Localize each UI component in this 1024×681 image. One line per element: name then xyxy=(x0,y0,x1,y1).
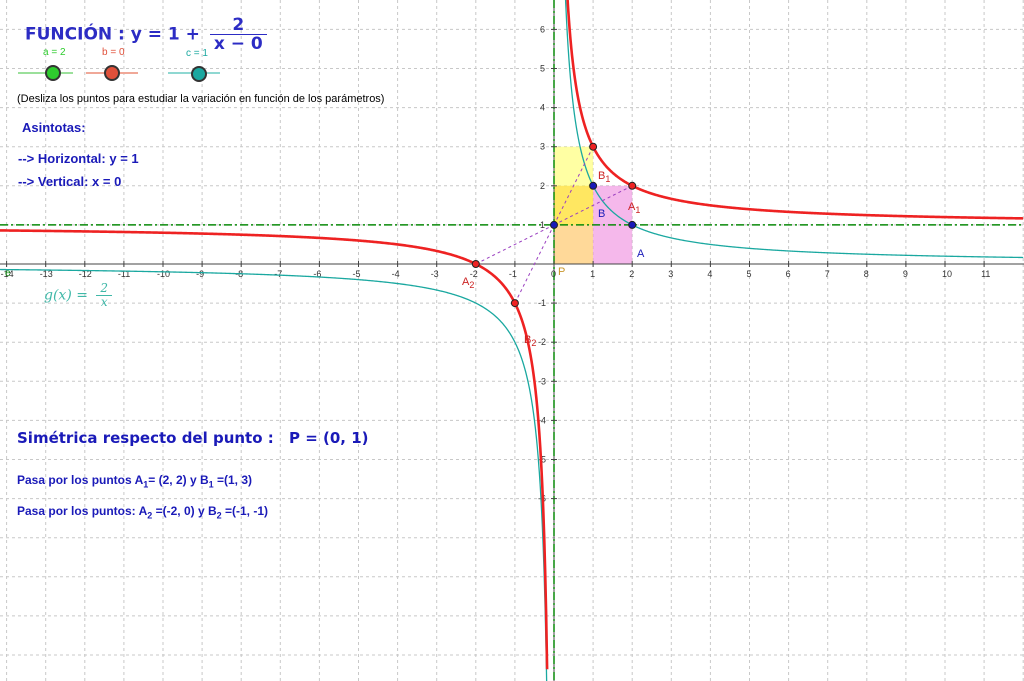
horizontal-asymptote-text: --> Horizontal: y = 1 xyxy=(18,151,139,166)
instruction-text: (Desliza los puntos para estudiar la var… xyxy=(17,93,385,105)
point-B1-sub: 1 xyxy=(605,174,611,185)
x-tick-label: 4 xyxy=(707,269,712,279)
y-tick-label: -3 xyxy=(538,376,546,386)
points-line-2-prefix: Pasa por los puntos: A xyxy=(17,504,148,518)
x-tick-label: 9 xyxy=(903,269,908,279)
x-tick-label: -7 xyxy=(274,269,282,279)
point-B1-label: B1 xyxy=(598,170,610,184)
asymptotes-heading: Asintotas: xyxy=(22,120,86,135)
slider-b-knob[interactable] xyxy=(104,65,120,81)
points-line-1-prefix: Pasa por los puntos A xyxy=(17,473,144,487)
point-A2-label: A2 xyxy=(462,276,474,290)
x-tick-label: 6 xyxy=(786,269,791,279)
slider-a-label: a = 2 xyxy=(43,47,66,58)
slider-c-knob[interactable] xyxy=(191,66,207,82)
point-B-label: B xyxy=(598,208,606,220)
y-tick-label: 1 xyxy=(540,220,545,230)
y-tick-label: 3 xyxy=(540,142,545,152)
x-tick-label: 3 xyxy=(668,269,673,279)
y-tick-label: 2 xyxy=(540,181,545,191)
x-tick-label: 2 xyxy=(629,269,634,279)
fraction-denominator: x − 0 xyxy=(213,34,263,54)
point-B2[interactable] xyxy=(510,299,519,308)
function-fraction: 2 x − 0 xyxy=(209,16,267,54)
points-line-2-suffix: =(-1, -1) xyxy=(221,504,268,518)
point-A2-sub: 2 xyxy=(469,280,475,291)
x-tick-label: 5 xyxy=(747,269,752,279)
x-tick-label: 0 xyxy=(551,269,556,279)
points-line-1-mid: = (2, 2) y B xyxy=(148,473,209,487)
line-e-label: e xyxy=(5,268,11,279)
x-tick-label: -1 xyxy=(509,269,517,279)
slider-c-label: c = 1 xyxy=(186,48,208,59)
points-line-1-suffix: =(1, 3) xyxy=(213,473,252,487)
x-tick-label: -5 xyxy=(353,269,361,279)
function-g-den: x xyxy=(100,295,108,309)
x-tick-label: -3 xyxy=(431,269,439,279)
y-tick-label: 5 xyxy=(540,64,545,74)
orange-rect xyxy=(554,224,594,264)
symmetry-point: P = (0, 1) xyxy=(289,429,369,447)
symmetry-text: Simétrica respecto del punto : P = (0, 1… xyxy=(17,429,369,447)
slider-a-knob[interactable] xyxy=(45,65,61,81)
point-A1[interactable] xyxy=(628,181,637,190)
x-tick-label: -9 xyxy=(196,269,204,279)
points-line-1: Pasa por los puntos A1= (2, 2) y B1 =(1,… xyxy=(17,473,252,489)
point-A1-sub: 1 xyxy=(635,205,641,216)
point-B1[interactable] xyxy=(589,142,598,151)
function-title-prefix: FUNCIÓN : y = 1 + xyxy=(25,24,200,45)
y-tick-label: -1 xyxy=(538,298,546,308)
x-tick-label: 7 xyxy=(825,269,830,279)
function-g-fraction: 2 x xyxy=(96,282,113,309)
fraction-numerator: 2 xyxy=(209,16,267,35)
x-tick-label: 1 xyxy=(590,269,595,279)
vertical-asymptote-text: --> Vertical: x = 0 xyxy=(18,174,122,189)
points-line-2-mid: =(-2, 0) y B xyxy=(152,504,217,518)
point-A-label: A xyxy=(637,248,645,260)
y-tick-label: 4 xyxy=(540,103,545,113)
point-A[interactable] xyxy=(628,220,637,229)
point-B[interactable] xyxy=(589,181,598,190)
symmetry-label: Simétrica respecto del punto : xyxy=(17,429,274,447)
x-tick-label: -4 xyxy=(392,269,400,279)
point-B2-sub: 2 xyxy=(531,338,537,349)
function-g-lhs: g(x) = xyxy=(44,287,88,304)
x-tick-label: 11 xyxy=(981,269,990,279)
point-B2-label: B2 xyxy=(524,334,536,348)
function-g-num: 2 xyxy=(96,282,113,296)
x-tick-label: -10 xyxy=(157,269,170,279)
y-tick-label: -2 xyxy=(538,337,546,347)
geogebra-window: -14 -13 -12 -11 -10 -9 -8 -7 -6 -5 -4 -3 -2 -1 0 1 2 3 4 5 6… xyxy=(0,0,1024,681)
slider-b-label: b = 0 xyxy=(102,47,125,58)
x-tick-label: 10 xyxy=(942,269,952,279)
x-tick-label: 8 xyxy=(864,269,869,279)
function-g-label: g(x) = 2 x xyxy=(44,282,113,309)
point-A2[interactable] xyxy=(471,260,480,268)
point-P[interactable] xyxy=(550,220,558,229)
y-tick-label: 6 xyxy=(540,24,545,34)
points-line-2: Pasa por los puntos: A2 =(-2, 0) y B2 =(… xyxy=(17,504,268,520)
point-A1-label: A1 xyxy=(628,201,640,215)
point-P-label: P xyxy=(558,266,566,278)
overlap-rect xyxy=(554,185,594,225)
